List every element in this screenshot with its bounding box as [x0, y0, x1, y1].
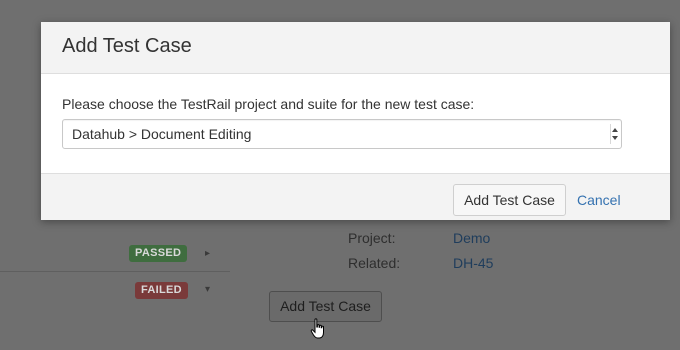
test-result-row[interactable]: FAILED ▾ — [0, 273, 230, 309]
screen: PASSED ▸ FAILED ▾ Project: Demo Related:… — [0, 0, 680, 350]
caret-right-icon[interactable]: ▸ — [205, 248, 210, 260]
project-label: Project: — [348, 230, 396, 246]
cancel-link[interactable]: Cancel — [577, 192, 621, 208]
hand-pointer-cursor-icon — [310, 318, 324, 339]
status-badge-passed: PASSED — [129, 245, 188, 262]
caret-down-icon[interactable]: ▾ — [205, 284, 210, 296]
test-result-row[interactable]: PASSED ▸ — [0, 236, 230, 272]
add-test-case-dialog: Add Test Case Please choose the TestRail… — [41, 22, 670, 220]
project-suite-select[interactable]: Datahub > Document Editing — [62, 119, 622, 149]
dialog-body: Please choose the TestRail project and s… — [41, 74, 670, 172]
select-value: Datahub > Document Editing — [72, 126, 252, 142]
dialog-title: Add Test Case — [62, 35, 192, 57]
project-link[interactable]: Demo — [453, 230, 490, 246]
status-badge-failed: FAILED — [135, 282, 188, 299]
add-test-case-button[interactable]: Add Test Case — [453, 184, 566, 216]
dialog-header: Add Test Case — [41, 22, 670, 74]
related-label: Related: — [348, 255, 401, 271]
related-link[interactable]: DH-45 — [453, 255, 493, 271]
dialog-footer: Add Test Case Cancel — [41, 173, 670, 220]
select-updown-icon[interactable] — [610, 124, 618, 144]
dialog-prompt: Please choose the TestRail project and s… — [62, 96, 475, 112]
